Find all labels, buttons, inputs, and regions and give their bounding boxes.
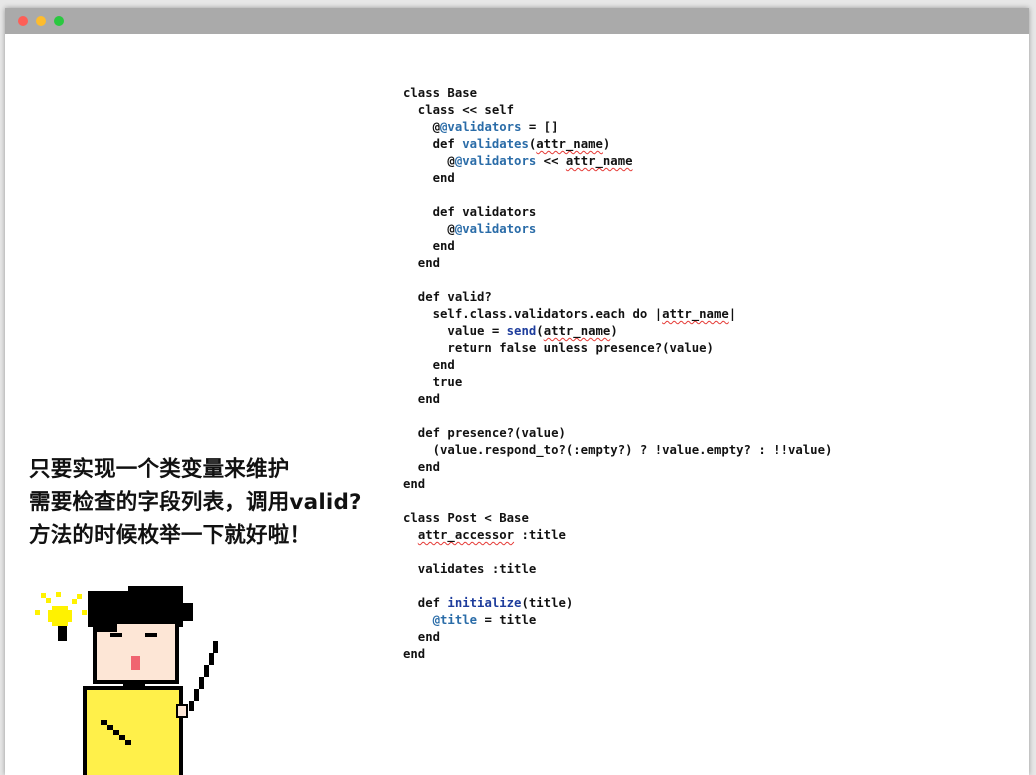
code-token: @ xyxy=(403,120,441,134)
code-token-meth: validates xyxy=(462,137,529,151)
code-line: class Post < Base xyxy=(403,510,832,527)
code-line: def initialize(title) xyxy=(403,595,832,612)
code-line: attr_accessor :title xyxy=(403,527,832,544)
code-token-squig: attr_name xyxy=(662,307,729,321)
code-token-squig: attr_name xyxy=(536,137,603,151)
code-token: def validators xyxy=(403,205,537,219)
code-token: end xyxy=(403,392,441,406)
code-token: ) xyxy=(610,324,618,338)
code-token: class Post < Base xyxy=(403,511,529,525)
code-token: class Base xyxy=(403,86,478,100)
zoom-button[interactable] xyxy=(54,16,64,26)
code-token: end xyxy=(403,239,455,253)
code-line: value = send(attr_name) xyxy=(403,323,832,340)
code-line: return false unless presence?(value) xyxy=(403,340,832,357)
code-token-ivar: @validators xyxy=(454,222,537,236)
code-line: def valid? xyxy=(403,289,832,306)
code-token-squig: attr_name xyxy=(565,154,633,168)
code-token: end xyxy=(403,630,441,644)
code-token: ( xyxy=(536,324,544,338)
title-bar xyxy=(5,8,1029,34)
code-line: class << self xyxy=(403,102,832,119)
code-block: class Base class << self @@validators = … xyxy=(403,85,832,663)
code-line: @@validators xyxy=(403,221,832,238)
code-line: end xyxy=(403,170,832,187)
code-token: :title xyxy=(514,528,566,542)
caption-line-3: 方法的时候枚举一下就好啦！ xyxy=(29,523,312,548)
code-token-builtin: initialize xyxy=(447,596,522,610)
code-token: @ xyxy=(403,222,455,236)
code-token: end xyxy=(403,477,426,491)
caption-line-1: 只要实现一个类变量来维护 xyxy=(29,457,290,482)
code-token: def presence?(value) xyxy=(403,426,566,440)
code-token: | xyxy=(728,307,737,321)
code-token-ivar: @title xyxy=(432,613,478,627)
code-line: end xyxy=(403,391,832,408)
caption: 只要实现一个类变量来维护 需要检查的字段列表，调用valid? 方法的时候枚举一… xyxy=(29,453,362,552)
pointer-stick-icon xyxy=(189,641,218,711)
code-line: (value.respond_to?(:empty?) ? !value.emp… xyxy=(403,442,833,459)
code-line: end xyxy=(403,646,832,663)
code-token: def xyxy=(403,137,463,151)
code-line: @title = title xyxy=(403,612,832,629)
code-token: end xyxy=(403,358,455,372)
code-line: def validates(attr_name) xyxy=(403,136,832,153)
code-token: end xyxy=(403,171,455,185)
code-line: class Base xyxy=(403,85,832,102)
code-token-squig: attr_name xyxy=(543,324,611,338)
code-token: value = xyxy=(403,324,507,338)
code-token: << xyxy=(536,154,566,168)
close-button[interactable] xyxy=(18,16,28,26)
code-line: end xyxy=(403,459,832,476)
code-token-builtin: send xyxy=(506,324,537,338)
code-line: end xyxy=(403,238,832,255)
caption-line-2: 需要检查的字段列表，调用valid? xyxy=(29,490,362,515)
code-token: = [] xyxy=(521,120,559,134)
code-line: @@validators = [] xyxy=(403,119,832,136)
code-token: def xyxy=(403,596,448,610)
app-window: class Base class << self @@validators = … xyxy=(5,8,1029,775)
code-line: end xyxy=(403,629,832,646)
code-token: @ xyxy=(403,154,455,168)
code-line: validates :title xyxy=(403,561,832,578)
code-token: (value.respond_to?(:empty?) ? !value.emp… xyxy=(403,443,833,457)
code-token: end xyxy=(403,647,426,661)
code-token: ) xyxy=(602,137,611,151)
code-token: class << self xyxy=(403,103,515,117)
code-token-ivar: @validators xyxy=(454,154,537,168)
code-line: self.class.validators.each do |attr_name… xyxy=(403,306,832,323)
code-token-squig: attr_accessor xyxy=(417,528,515,542)
code-token: def valid? xyxy=(403,290,492,304)
minimize-button[interactable] xyxy=(36,16,46,26)
code-line: def validators xyxy=(403,204,832,221)
code-line: @@validators << attr_name xyxy=(403,153,832,170)
code-token: true xyxy=(403,375,463,389)
lightbulb-icon xyxy=(35,592,87,641)
code-line: true xyxy=(403,374,832,391)
code-token: self.class.validators.each do | xyxy=(403,307,663,321)
code-token: = title xyxy=(477,613,537,627)
code-token-ivar: @validators xyxy=(440,120,522,134)
code-line: end xyxy=(403,357,832,374)
code-token: (title) xyxy=(521,596,574,610)
code-token: validates :title xyxy=(403,562,537,576)
code-token: end xyxy=(403,460,441,474)
code-line: end xyxy=(403,255,832,272)
pixel-art-person xyxy=(83,586,193,775)
code-token: end xyxy=(403,256,441,270)
code-line: def presence?(value) xyxy=(403,425,832,442)
code-line: end xyxy=(403,476,832,493)
code-token: return false unless presence?(value) xyxy=(403,341,714,355)
